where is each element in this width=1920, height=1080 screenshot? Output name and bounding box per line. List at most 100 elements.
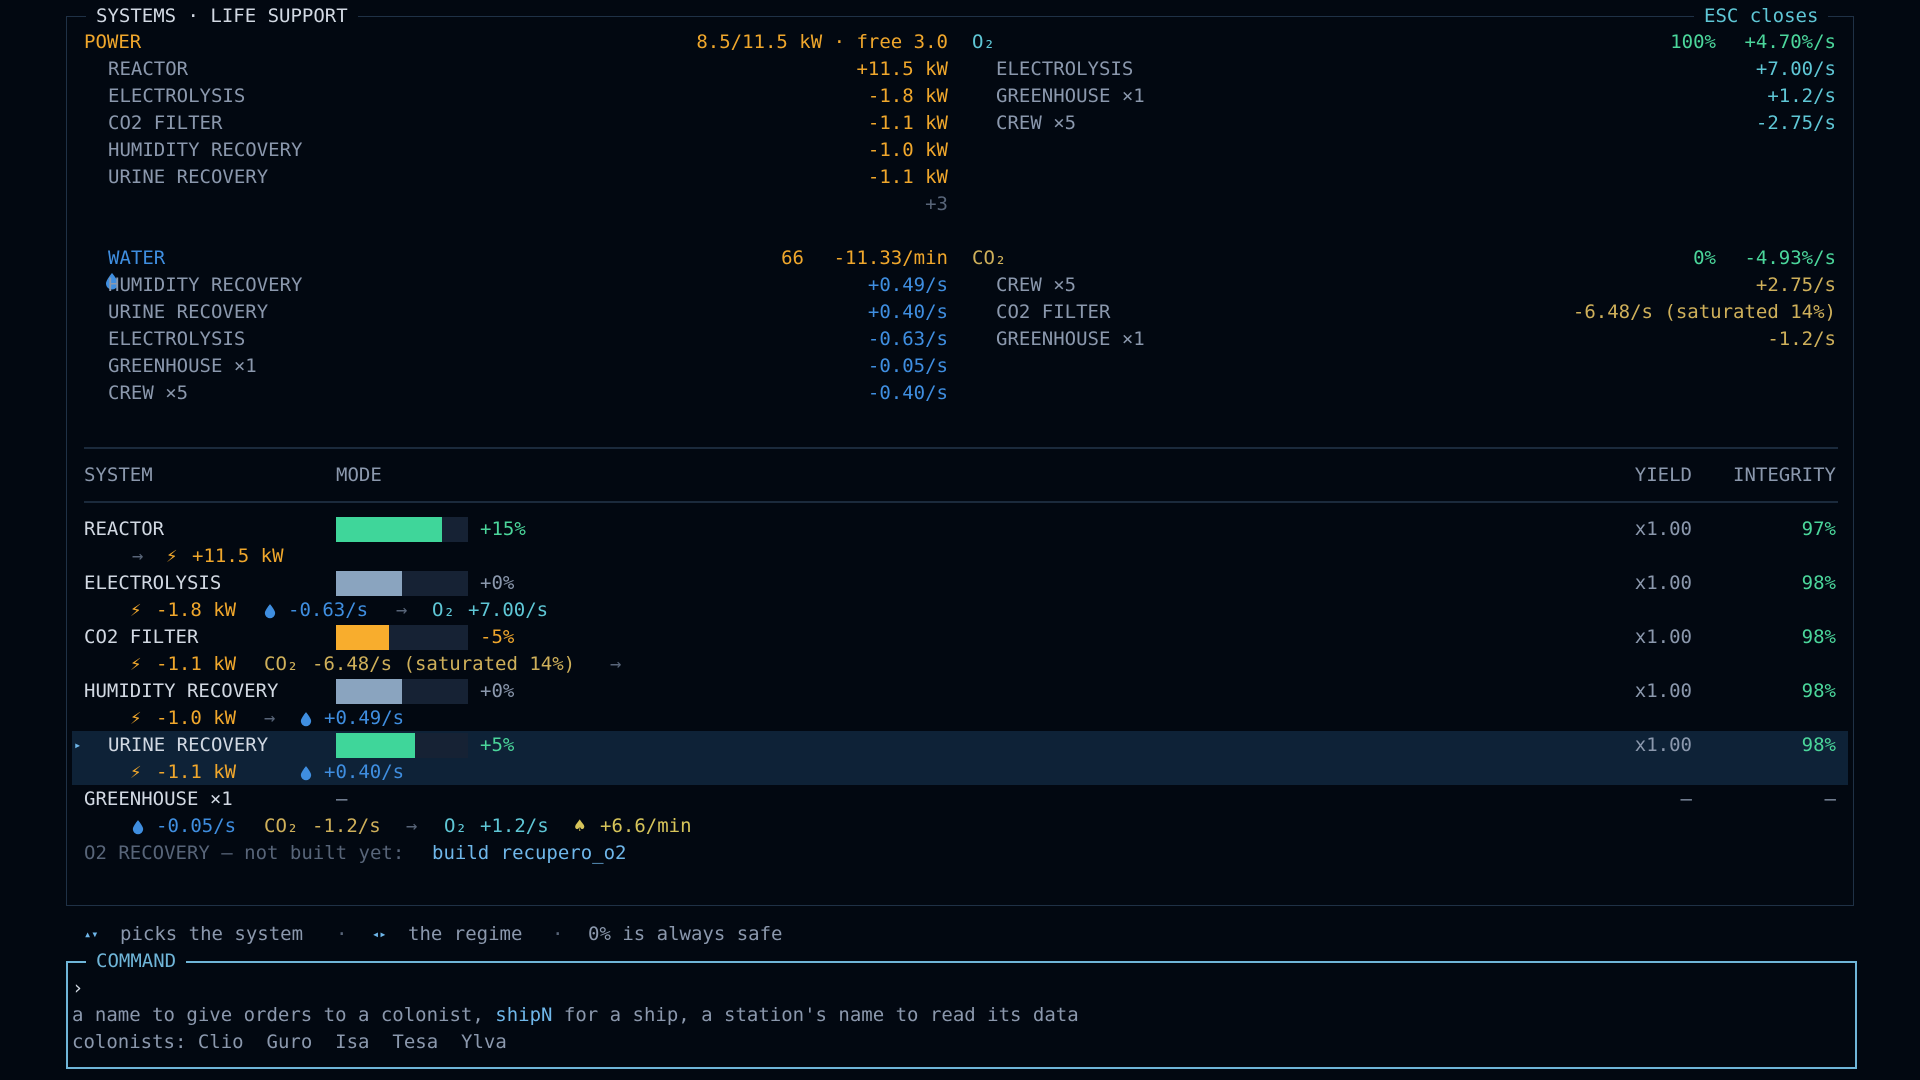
water-item-value: +0.40/s [867,301,948,323]
o2-item-value: +1.2/s [1767,85,1836,107]
o2-item-value: -2.75/s [1755,112,1836,134]
system-name: CO2 FILTER [84,626,199,648]
power-delta: -1.8 kW [156,599,237,621]
water-delta: -0.05/s [156,815,237,837]
water-drop-icon [300,710,312,732]
hint-safe-text: 0% is always safe [588,923,783,945]
system-name: ELECTROLYSIS [84,572,222,594]
power-label: POWER [84,31,142,53]
co2-delta: -1.2/s [312,815,381,837]
integrity-value: 97% [1801,518,1836,540]
co2-item-value: -6.48/s (saturated 14%) [1572,301,1836,323]
mode-bar[interactable] [336,679,468,704]
water-amount: 66 [781,247,804,269]
colonist-name[interactable]: Guro [267,1031,313,1053]
mode-percent: -5% [480,626,515,648]
power-item-name: URINE RECOVERY [108,166,269,188]
water-rate: -11.33/min [833,247,948,269]
yield-value: x1.00 [1634,518,1692,540]
yield-value: x1.00 [1634,734,1692,756]
hint-updown-text: picks the system [120,923,304,945]
system-name: HUMIDITY RECOVERY [84,680,279,702]
power-item-value: -1.0 kW [867,139,948,161]
water-item-value: -0.40/s [867,382,948,404]
o2-item-name: CREW ×5 [996,112,1077,134]
crop-bell-icon: ♠ [574,815,586,837]
colonists-label: colonists: [72,1031,187,1053]
water-item-value: -0.63/s [867,328,948,350]
power-item-name: ELECTROLYSIS [108,85,246,107]
power-item-name: REACTOR [108,58,189,80]
water-item-name: CREW ×5 [108,382,189,404]
power-more-count: +3 [925,193,948,215]
o2-level: 100% [1670,31,1716,53]
command-help-pre: a name to give orders to a colonist, [72,1004,496,1026]
co2-label: CO₂ [972,247,1007,269]
updown-arrows-icon: ▴▾ [84,927,99,941]
water-item-name: ELECTROLYSIS [108,328,246,350]
water-label: WATER [108,247,166,269]
command-prompt[interactable]: › [72,975,83,1002]
bolt-icon: ⚡ [166,545,178,567]
co2-item-name: CREW ×5 [996,274,1077,296]
system-name: REACTOR [84,518,165,540]
water-item-name: GREENHOUSE ×1 [108,355,257,377]
mode-percent: +0% [480,572,515,594]
bolt-icon: ⚡ [130,707,142,729]
system-name: GREENHOUSE ×1 [84,788,233,810]
hint-separator: · [552,923,564,945]
arrow-right-icon: → [406,815,418,837]
water-drop-icon [300,764,312,786]
integrity-value: 98% [1801,572,1836,594]
water-drop-icon [132,818,144,840]
integrity-value: 98% [1801,680,1836,702]
mode-bar[interactable] [336,517,468,542]
arrow-right-icon: → [132,545,144,567]
bolt-icon: ⚡ [130,653,142,675]
water-item-name: HUMIDITY RECOVERY [108,274,303,296]
crop-delta: +6.6/min [600,815,692,837]
o2-rate: +4.70%/s [1744,31,1836,53]
power-summary: 8.5/11.5 kW · free 3.0 [696,31,948,53]
mode-bar[interactable] [336,625,468,650]
mode-bar[interactable] [336,571,468,596]
col-header-system: SYSTEM [84,464,153,486]
colonist-name[interactable]: Clio [198,1031,244,1053]
co2-level: 0% [1693,247,1716,269]
power-item-value: +11.5 kW [856,58,948,80]
co2-item-name: GREENHOUSE ×1 [996,328,1145,350]
mode-bar-fill [336,517,442,542]
bolt-icon: ⚡ [130,761,142,783]
co2-label: CO₂ [264,653,299,675]
colonist-name[interactable]: Isa [335,1031,369,1053]
col-header-yield: YIELD [1634,464,1692,486]
o2-delta: +1.2/s [480,815,549,837]
selected-marker-icon: ▸ [74,738,82,752]
command-help-ship[interactable]: shipN [495,1004,552,1026]
mode-percent: — [336,788,348,810]
panel-title: SYSTEMS · LIFE SUPPORT [86,3,358,30]
water-item-name: URINE RECOVERY [108,301,269,323]
esc-close-hint[interactable]: ESC closes [1694,3,1829,30]
yield-value: — [1680,788,1692,810]
power-item-value: -1.1 kW [867,166,948,188]
integrity-value: 98% [1801,626,1836,648]
power-item-name: CO2 FILTER [108,112,223,134]
power-delta: -1.0 kW [156,707,237,729]
section-divider [84,447,1838,449]
mode-bar-fill [336,571,402,596]
power-item-value: -1.8 kW [867,85,948,107]
colonist-name[interactable]: Ylva [461,1031,507,1053]
system-name: URINE RECOVERY [108,734,269,756]
command-label: COMMAND [86,948,187,975]
o2-delta: +7.00/s [468,599,549,621]
power-item-value: -1.1 kW [867,112,948,134]
co2-item-value: -1.2/s [1767,328,1836,350]
build-command-link[interactable]: build recupero_o2 [432,840,626,867]
mode-bar[interactable] [336,733,468,758]
colonist-name[interactable]: Tesa [392,1031,438,1053]
water-item-value: -0.05/s [867,355,948,377]
colonists-line: colonists: Clio Guro Isa Tesa Ylva [72,1029,507,1056]
hint-separator: · [336,923,348,945]
yield-value: x1.00 [1634,626,1692,648]
